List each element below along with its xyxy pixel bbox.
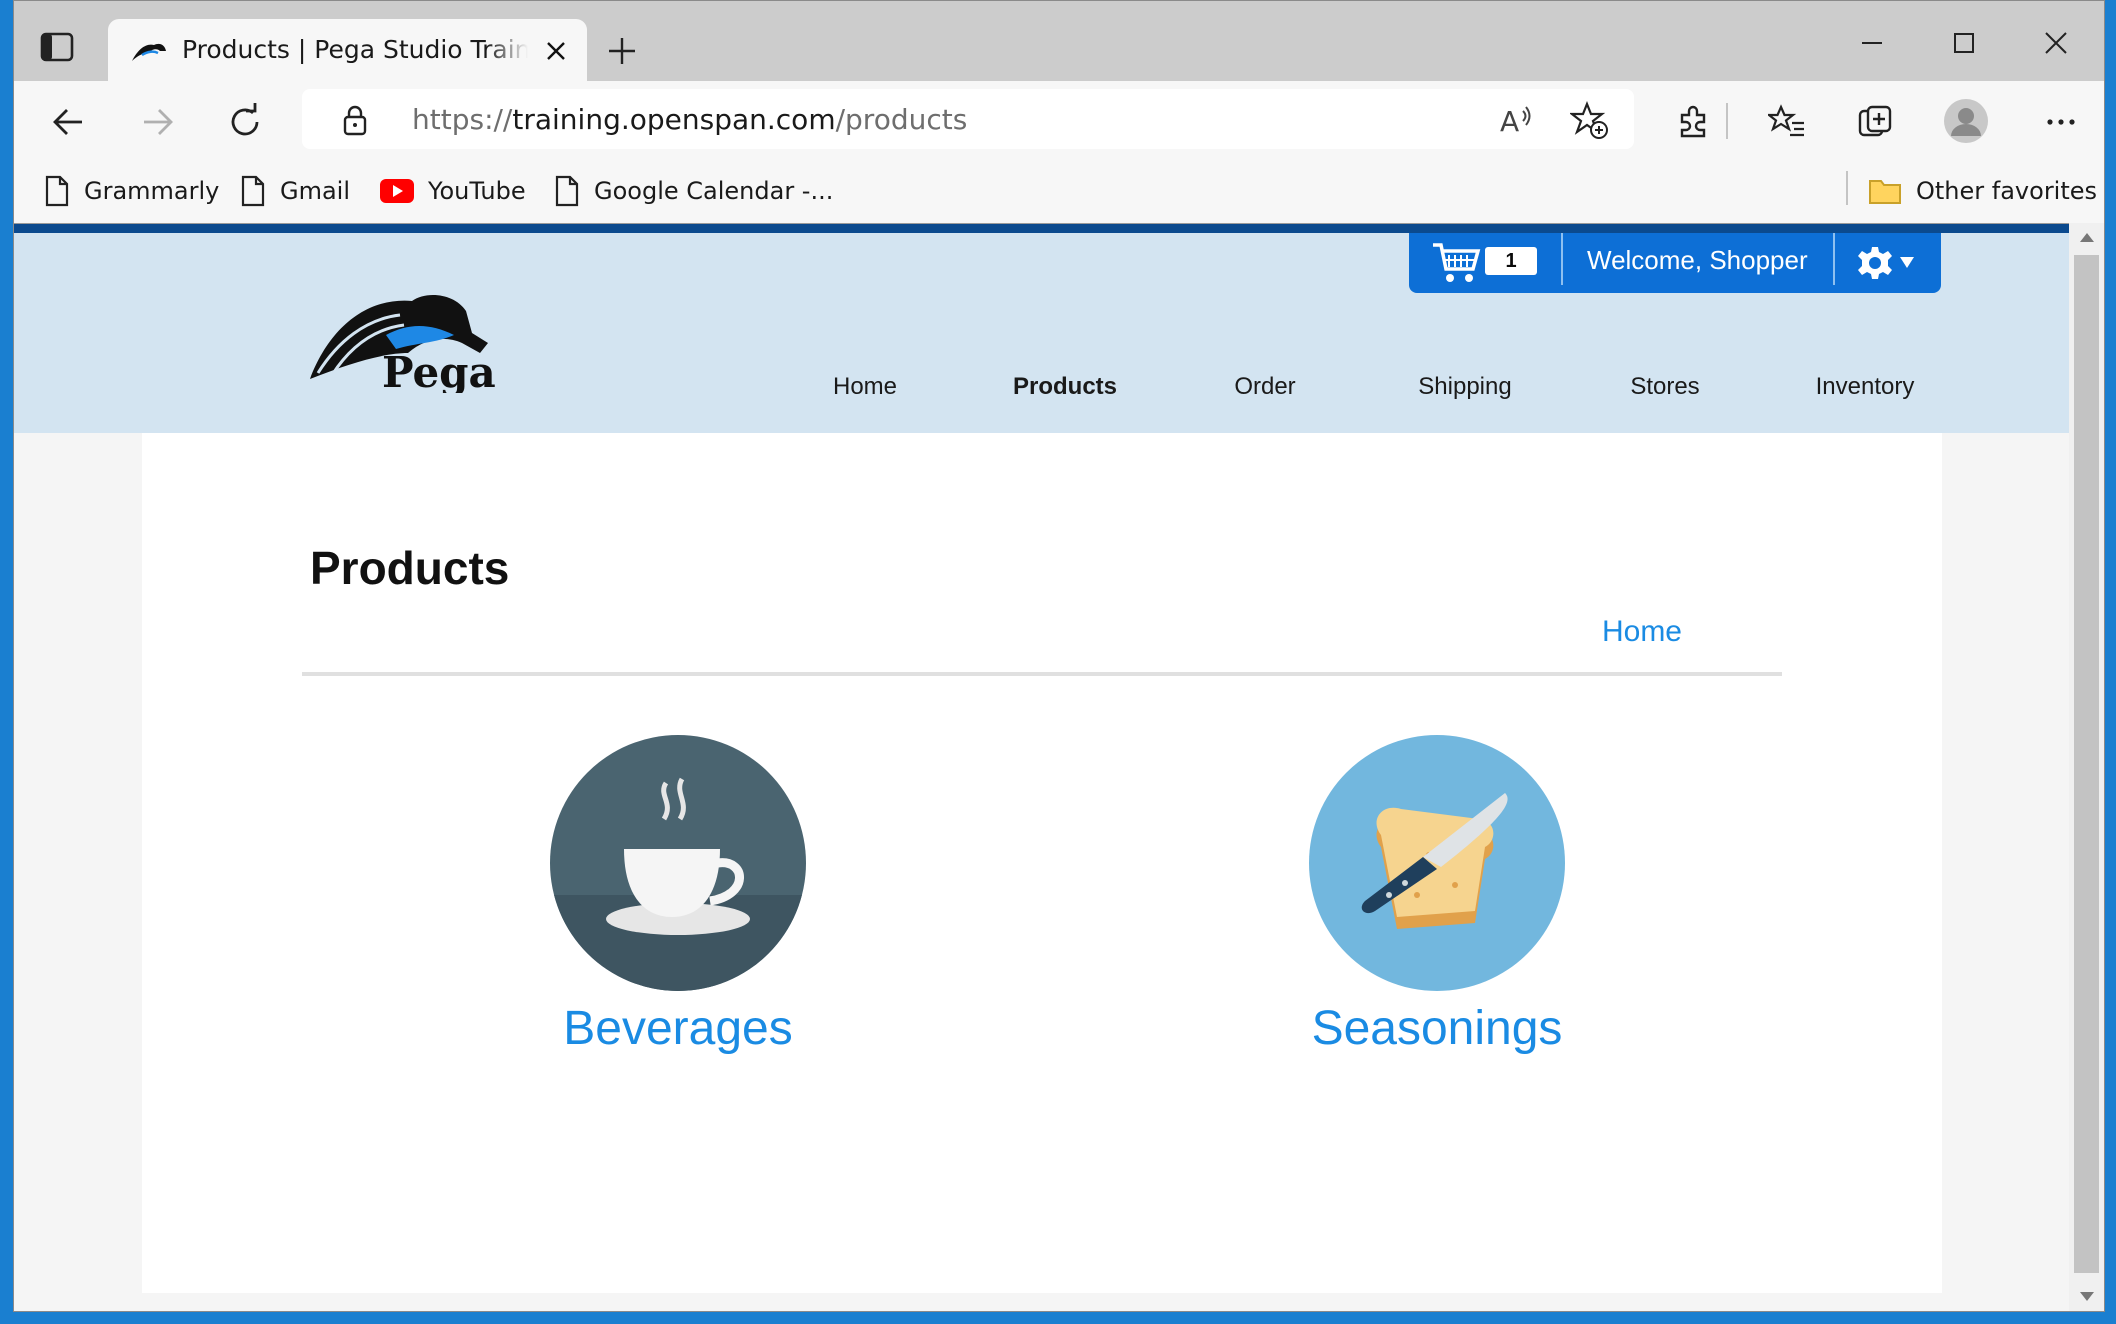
header-top-stripe xyxy=(14,224,2069,233)
more-menu-icon[interactable] xyxy=(2042,103,2080,141)
read-aloud-icon[interactable]: A xyxy=(1499,103,1533,137)
bookmark-label: Grammarly xyxy=(84,177,220,205)
bookmark-grammarly[interactable]: Grammarly xyxy=(44,171,219,211)
gear-icon[interactable] xyxy=(1857,245,1893,281)
chevron-down-icon[interactable] xyxy=(1899,255,1915,269)
bookmark-google-calendar[interactable]: Google Calendar -... xyxy=(554,171,833,211)
shopping-cart-icon[interactable] xyxy=(1431,241,1481,285)
folder-icon xyxy=(1869,180,1901,204)
welcome-text[interactable]: Welcome, Shopper xyxy=(1587,245,1808,276)
add-favorite-icon[interactable] xyxy=(1570,101,1608,139)
close-tab-icon[interactable] xyxy=(544,39,568,63)
category-beverages-link[interactable]: Beverages xyxy=(478,1001,878,1056)
bookmark-label: Other favorites xyxy=(1916,177,2098,205)
nav-home[interactable]: Home xyxy=(765,373,965,401)
collections-icon[interactable] xyxy=(1856,103,1894,141)
url-scheme: https:// xyxy=(412,103,513,136)
userbar-divider xyxy=(1561,233,1563,285)
refresh-icon[interactable] xyxy=(226,103,264,141)
favorites-icon[interactable] xyxy=(1768,103,1806,141)
cart-count-badge[interactable]: 1 xyxy=(1485,247,1537,275)
tab-actions-icon[interactable] xyxy=(40,31,74,63)
bookmark-label: Gmail xyxy=(280,177,351,205)
category-seasonings-link[interactable]: Seasonings xyxy=(1237,1001,1637,1056)
page-icon xyxy=(241,175,265,207)
svg-text:A: A xyxy=(1500,105,1519,137)
browser-tab-active[interactable]: Products | Pega Studio Training Website xyxy=(108,19,587,83)
minimize-icon[interactable] xyxy=(1852,23,1892,63)
page-icon xyxy=(45,175,69,207)
address-bar[interactable]: https://training.openspan.com/products A xyxy=(302,89,1634,149)
scroll-up-icon[interactable] xyxy=(2079,231,2095,243)
lock-info-icon[interactable] xyxy=(342,104,368,136)
browser-window: Products | Pega Studio Training Website xyxy=(13,0,2105,1312)
vertical-scrollbar[interactable] xyxy=(2069,223,2104,1311)
nav-products[interactable]: Products xyxy=(965,373,1165,401)
title-divider xyxy=(302,672,1782,676)
forward-arrow-icon[interactable] xyxy=(138,103,176,141)
close-window-icon[interactable] xyxy=(2036,23,2076,63)
bookmarks-bar: Grammarly Gmail YouTube Google Calendar … xyxy=(14,161,2104,223)
page-viewport: Pega 1 Welcome, Shopper Home Products Or… xyxy=(14,223,2069,1311)
browser-toolbar: https://training.openspan.com/products A xyxy=(14,81,2104,161)
userbar-divider xyxy=(1833,233,1835,285)
breadcrumb-home-link[interactable]: Home xyxy=(1382,615,1682,649)
logo-text: Pega xyxy=(382,348,496,393)
toolbar-divider xyxy=(1726,103,1728,139)
pega-logo[interactable]: Pega xyxy=(304,283,524,393)
maximize-icon[interactable] xyxy=(1944,23,1984,63)
page-title: Products xyxy=(310,542,510,594)
nav-inventory[interactable]: Inventory xyxy=(1765,373,1965,401)
bookmark-gmail[interactable]: Gmail xyxy=(240,171,350,211)
bookmark-youtube[interactable]: YouTube xyxy=(380,171,526,211)
bookmark-label: YouTube xyxy=(428,177,526,205)
url-host: training.openspan.com xyxy=(512,103,836,136)
coffee-cup-icon[interactable] xyxy=(550,735,806,991)
scrollbar-thumb[interactable] xyxy=(2074,255,2099,1273)
page-icon xyxy=(555,175,579,207)
url-path: /products xyxy=(835,103,968,136)
youtube-icon xyxy=(380,179,414,203)
nav-stores[interactable]: Stores xyxy=(1565,373,1765,401)
new-tab-icon[interactable] xyxy=(606,35,638,67)
bookmark-label: Google Calendar -... xyxy=(594,177,834,205)
nav-shipping[interactable]: Shipping xyxy=(1365,373,1565,401)
bookmark-other-favorites[interactable]: Other favorites xyxy=(1868,171,2097,211)
scroll-down-icon[interactable] xyxy=(2079,1291,2095,1303)
content-panel: Products Home Beverages Seasonings xyxy=(142,433,1942,1293)
bread-knife-icon[interactable] xyxy=(1309,735,1565,991)
site-header: Pega 1 Welcome, Shopper Home Products Or… xyxy=(14,233,2069,433)
nav-order[interactable]: Order xyxy=(1165,373,1365,401)
back-arrow-icon[interactable] xyxy=(50,103,88,141)
extensions-icon[interactable] xyxy=(1674,103,1712,141)
url-text: https://training.openspan.com/products xyxy=(412,103,967,136)
tab-bar: Products | Pega Studio Training Website xyxy=(14,1,2104,83)
profile-avatar-icon[interactable] xyxy=(1944,99,1988,143)
pega-favicon-icon xyxy=(132,43,166,61)
bookmarks-divider xyxy=(1846,171,1848,205)
user-toolbar: 1 Welcome, Shopper xyxy=(1409,233,1941,293)
tab-title: Products | Pega Studio Training Website xyxy=(182,35,528,64)
